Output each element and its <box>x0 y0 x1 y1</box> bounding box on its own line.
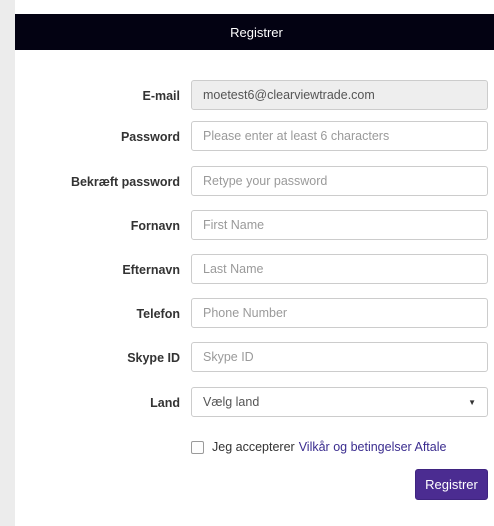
email-label: E-mail <box>142 89 180 103</box>
password-field[interactable] <box>191 121 488 151</box>
panel-title: Registrer <box>230 24 283 40</box>
confirm-password-row: Bekræft password <box>15 166 494 198</box>
skype-field[interactable] <box>191 342 488 372</box>
confirm-password-field[interactable] <box>191 166 488 196</box>
phone-label: Telefon <box>136 307 180 321</box>
last-name-row: Efternavn <box>15 254 494 286</box>
terms-prefix: Jeg accepterer <box>212 440 295 454</box>
first-name-label: Fornavn <box>130 219 180 233</box>
registration-panel: Registrer E-mail Password Bekræft passwo… <box>15 0 494 526</box>
confirm-password-label: Bekræft password <box>70 175 180 189</box>
last-name-label: Efternavn <box>122 263 180 277</box>
country-selected-value: Vælg land <box>203 395 260 409</box>
email-field[interactable] <box>191 80 488 110</box>
phone-field[interactable] <box>191 298 488 328</box>
password-label: Password <box>120 130 180 144</box>
register-button[interactable]: Registrer <box>415 469 488 500</box>
country-label: Land <box>150 396 180 410</box>
skype-row: Skype ID <box>15 342 494 374</box>
skype-label: Skype ID <box>127 351 180 365</box>
chevron-down-icon: ▼ <box>468 397 476 407</box>
first-name-field[interactable] <box>191 210 488 240</box>
panel-header: Registrer <box>15 14 494 50</box>
last-name-field[interactable] <box>191 254 488 284</box>
terms-row: Jeg accepterer Vilkår og betingelser Aft… <box>191 439 446 455</box>
country-row: Land Vælg land ▼ <box>15 387 494 419</box>
first-name-row: Fornavn <box>15 210 494 242</box>
terms-checkbox[interactable] <box>191 440 204 454</box>
terms-link[interactable]: Vilkår og betingelser Aftale <box>299 440 447 454</box>
phone-row: Telefon <box>15 298 494 330</box>
email-row: E-mail <box>15 80 494 112</box>
country-select[interactable]: Vælg land ▼ <box>191 387 488 417</box>
password-row: Password <box>15 121 494 153</box>
